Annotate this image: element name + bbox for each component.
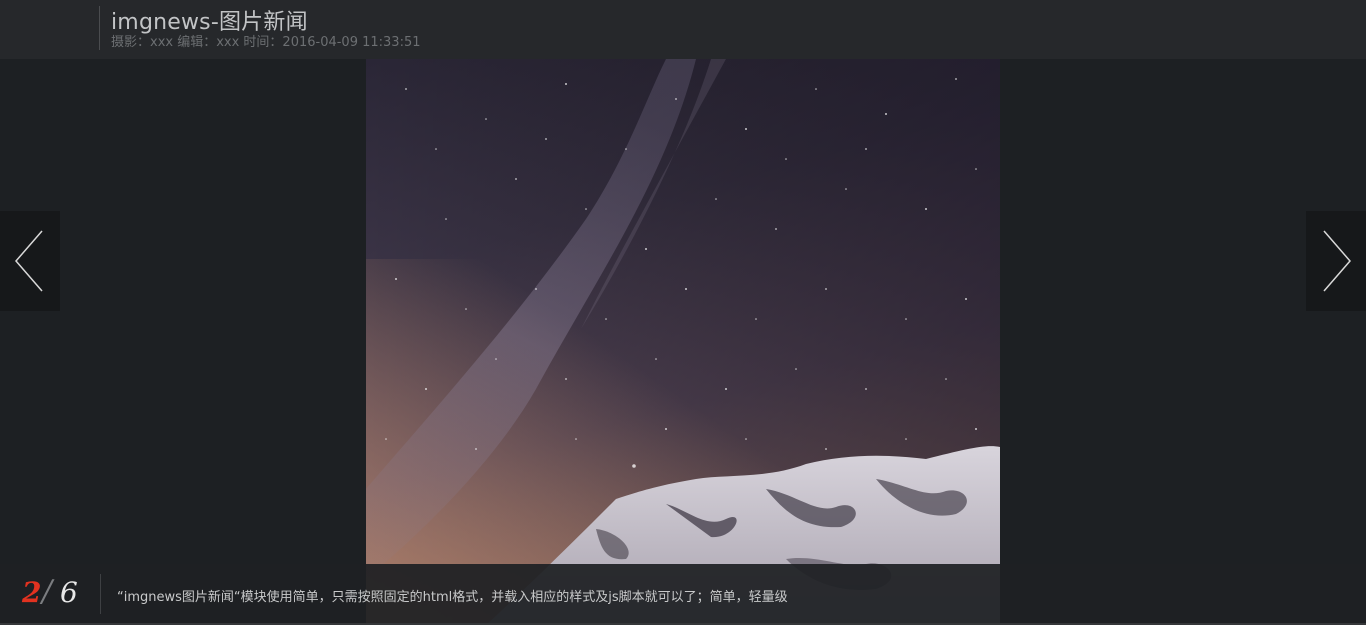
chevron-right-icon bbox=[1323, 230, 1351, 292]
caption-divider bbox=[100, 574, 101, 614]
counter-separator: / bbox=[42, 574, 53, 609]
image-stage bbox=[0, 59, 1366, 625]
caption-text: “imgnews图片新闻“模块使用简单，只需按照固定的html格式，并载入相应的… bbox=[117, 590, 788, 605]
header-bar: imgnews-图片新闻 摄影：xxx 编辑：xxx 时间：2016-04-09… bbox=[0, 0, 1366, 59]
prev-image-button[interactable] bbox=[0, 211, 60, 311]
counter-total: 6 bbox=[60, 576, 78, 609]
counter-current: 2 bbox=[22, 576, 42, 609]
chevron-left-icon bbox=[15, 230, 43, 292]
header-divider bbox=[99, 6, 100, 50]
news-photo bbox=[366, 59, 1000, 625]
next-image-button[interactable] bbox=[1306, 211, 1366, 311]
photo-meta: 摄影：xxx 编辑：xxx 时间：2016-04-09 11:33:51 bbox=[111, 35, 421, 50]
